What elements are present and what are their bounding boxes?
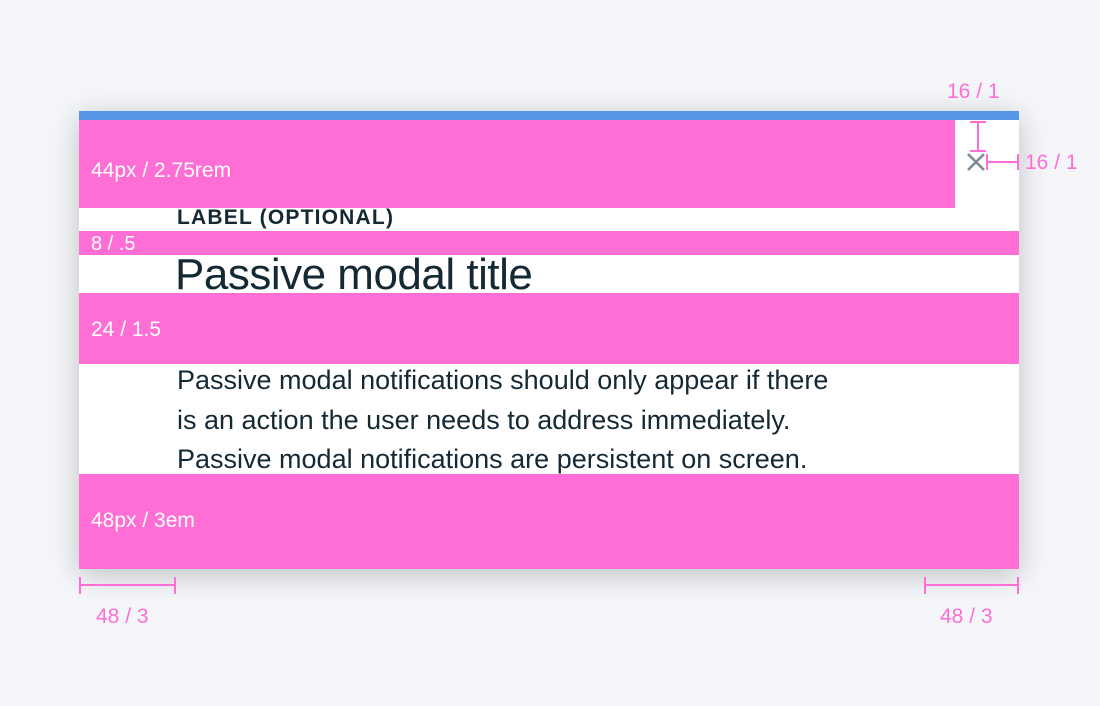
- modal-body-line: Passive modal notifications should only …: [177, 365, 829, 395]
- close-right-spacing-label: 16 / 1: [1025, 151, 1078, 174]
- title-body-spacing-band: 24 / 1.5: [79, 293, 1019, 364]
- passive-modal: 44px / 2.75rem 8 / .5 24 / 1.5 48px / 3e…: [79, 111, 1019, 569]
- modal-label: LABEL (OPTIONAL): [177, 206, 395, 229]
- title-body-spacing-label: 24 / 1.5: [91, 318, 162, 341]
- top-spacing-label: 44px / 2.75rem: [91, 159, 232, 182]
- close-top-spacing-label: 16 / 1: [947, 80, 1000, 103]
- modal-body-line: is an action the user needs to address i…: [177, 404, 791, 435]
- bottom-spacing-label: 48px / 3em: [91, 509, 195, 532]
- close-icon[interactable]: [965, 151, 987, 173]
- modal-accent-bar: [79, 111, 1019, 120]
- top-spacing-band: 44px / 2.75rem: [79, 120, 955, 208]
- modal-title: Passive modal title: [175, 250, 533, 299]
- modal-body: Passive modal notifications should only …: [177, 361, 937, 480]
- modal-body-line: Passive modal notifications are persiste…: [177, 444, 808, 474]
- label-title-spacing-label: 8 / .5: [91, 233, 136, 255]
- bottom-spacing-band: 48px / 3em: [79, 474, 1019, 569]
- right-padding-label: 48 / 3: [940, 605, 993, 628]
- left-padding-label: 48 / 3: [96, 605, 149, 628]
